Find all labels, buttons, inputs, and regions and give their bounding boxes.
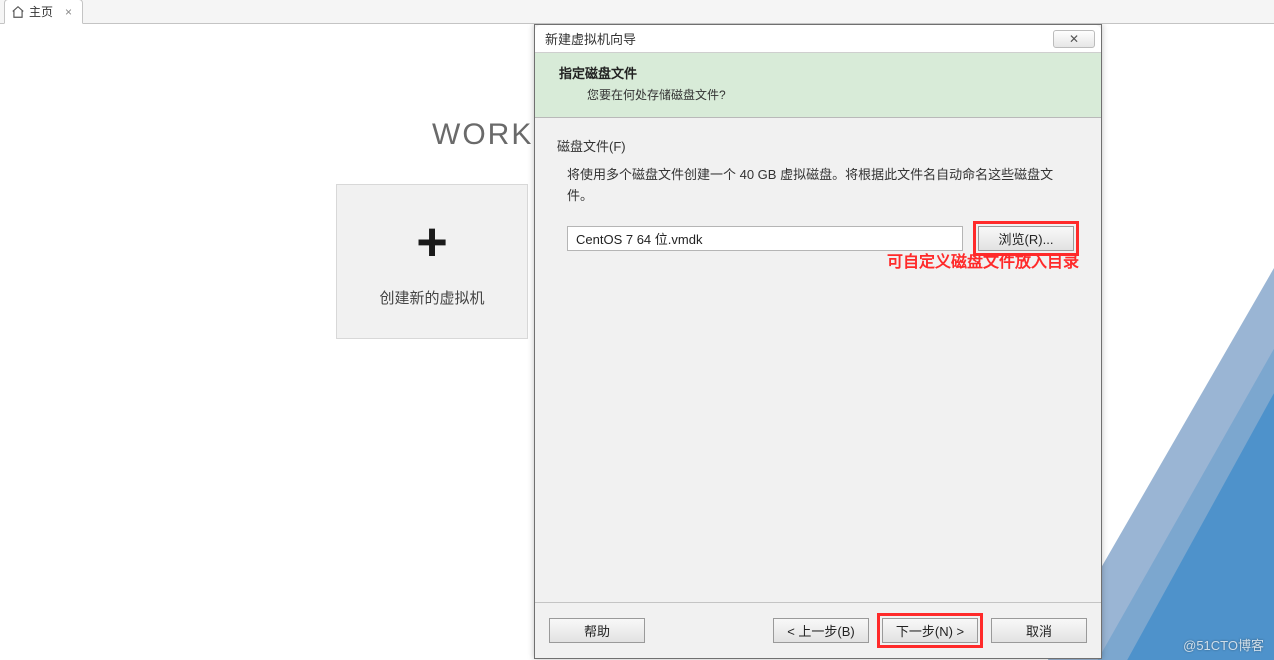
tabstrip: 主页 × <box>0 0 1274 24</box>
dialog-footer: 帮助 < 上一步(B) 下一步(N) > 取消 <box>535 602 1101 658</box>
back-button[interactable]: < 上一步(B) <box>773 618 869 643</box>
create-vm-label: 创建新的虚拟机 <box>379 287 484 308</box>
dialog-titlebar: 新建虚拟机向导 ✕ <box>535 25 1101 53</box>
dialog-title: 新建虚拟机向导 <box>545 29 1053 48</box>
close-icon: ✕ <box>1069 32 1079 46</box>
dialog-header: 指定磁盘文件 您要在何处存储磁盘文件? <box>535 53 1101 118</box>
new-vm-wizard-dialog: 新建虚拟机向导 ✕ 指定磁盘文件 您要在何处存储磁盘文件? 磁盘文件(F) 将使… <box>534 24 1102 659</box>
dialog-header-subtitle: 您要在何处存储磁盘文件? <box>587 86 1087 103</box>
main-area: WORK + 创建新的虚拟机 新建虚拟机向导 ✕ 指定磁盘文件 您要在何处存储磁… <box>0 24 1274 660</box>
workstation-heading: WORK <box>432 118 533 152</box>
home-icon <box>11 5 25 19</box>
disk-file-input[interactable] <box>567 226 963 251</box>
plus-icon: + <box>416 215 448 269</box>
disk-file-group-label: 磁盘文件(F) <box>557 136 1079 155</box>
disk-file-description: 将使用多个磁盘文件创建一个 40 GB 虚拟磁盘。将根据此文件名自动命名这些磁盘… <box>567 165 1077 207</box>
dialog-close-button[interactable]: ✕ <box>1053 30 1095 48</box>
tab-home[interactable]: 主页 × <box>4 0 83 24</box>
decorative-triangle <box>1114 284 1274 660</box>
browse-button[interactable]: 浏览(R)... <box>978 226 1074 251</box>
dialog-body: 磁盘文件(F) 将使用多个磁盘文件创建一个 40 GB 虚拟磁盘。将根据此文件名… <box>535 118 1101 602</box>
tab-home-label: 主页 <box>29 3 53 20</box>
dialog-header-title: 指定磁盘文件 <box>559 63 1087 82</box>
watermark: @51CTO博客 <box>1183 635 1264 654</box>
create-vm-tile[interactable]: + 创建新的虚拟机 <box>336 184 528 339</box>
cancel-button[interactable]: 取消 <box>991 618 1087 643</box>
tab-close-icon[interactable]: × <box>65 5 72 19</box>
help-button[interactable]: 帮助 <box>549 618 645 643</box>
next-button[interactable]: 下一步(N) > <box>882 618 978 643</box>
next-highlight: 下一步(N) > <box>877 613 983 648</box>
annotation-text: 可自定义磁盘文件放入目录 <box>887 248 1079 272</box>
